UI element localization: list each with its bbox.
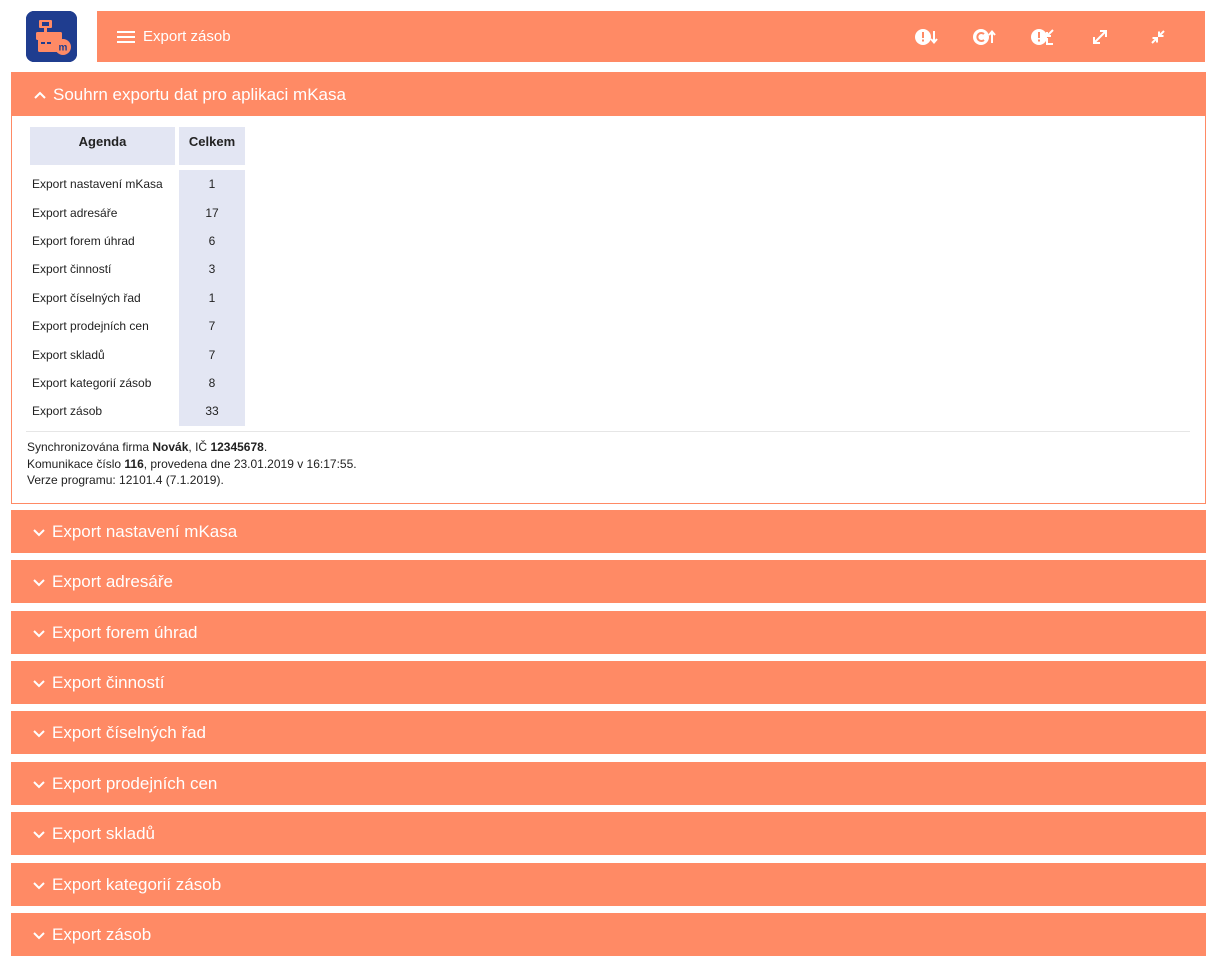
chevron-down-icon — [33, 881, 45, 889]
table-row: Export forem úhrad 6 — [30, 226, 245, 256]
section-title: Export forem úhrad — [52, 622, 198, 642]
chevron-up-icon — [34, 91, 46, 99]
alert-collapse-icon — [1031, 28, 1054, 45]
section-export-prodejnich-cen[interactable]: Export prodejních cen — [11, 762, 1206, 805]
table-row: Export prodejních cen 7 — [30, 311, 245, 341]
expand-icon — [1093, 29, 1107, 44]
section-export-zasob[interactable]: Export zásob — [11, 913, 1206, 956]
summary-panel-title: Souhrn exportu dat pro aplikaci mKasa — [53, 84, 346, 104]
agenda-cell: Export nastavení mKasa — [32, 177, 163, 192]
sync-info: Synchronizována firma Novák, IČ 12345678… — [27, 439, 357, 489]
agenda-cell: Export číselných řad — [32, 290, 141, 305]
table-row: Export adresáře 17 — [30, 198, 245, 227]
section-title: Export skladů — [52, 823, 155, 843]
import-alert-button[interactable] — [897, 11, 955, 62]
company-ico: 12345678 — [210, 440, 264, 454]
column-header-agenda: Agenda — [30, 127, 175, 165]
section-title: Export prodejních cen — [52, 773, 218, 793]
top-bar: m Export zásob — [0, 0, 1216, 70]
total-cell: 7 — [179, 311, 245, 341]
table-row: Export nastavení mKasa 1 — [30, 170, 245, 199]
chevron-down-icon — [33, 780, 45, 788]
collapse-icon — [1151, 29, 1165, 44]
sync-company-line: Synchronizována firma Novák, IČ 12345678… — [27, 440, 268, 454]
total-cell: 1 — [179, 283, 245, 312]
section-title: Export adresáře — [52, 571, 173, 591]
section-title: Export nastavení mKasa — [52, 521, 238, 541]
total-cell: 1 — [179, 170, 245, 199]
total-cell: 33 — [179, 397, 245, 426]
table-row: Export činností 3 — [30, 255, 245, 284]
section-export-kategorii-zasob[interactable]: Export kategorií zásob — [11, 863, 1206, 906]
alert-collapse-button[interactable] — [1013, 11, 1071, 62]
total-cell: 17 — [179, 198, 245, 227]
summary-panel-header[interactable]: Souhrn exportu dat pro aplikaci mKasa — [12, 73, 1205, 116]
summary-table: Agenda Celkem Export nastavení mKasa 1 E… — [26, 127, 249, 426]
svg-text:m: m — [59, 43, 68, 54]
total-cell: 8 — [179, 368, 245, 398]
header-bar: Export zásob — [97, 11, 1205, 62]
section-export-nastaveni[interactable]: Export nastavení mKasa — [11, 510, 1206, 553]
agenda-cell: Export prodejních cen — [32, 319, 149, 334]
communication-number: 116 — [124, 456, 144, 471]
chevron-down-icon — [33, 931, 45, 939]
section-export-forem-uhrad[interactable]: Export forem úhrad — [11, 611, 1206, 654]
total-cell: 3 — [179, 255, 245, 284]
sync-communication-line: Komunikace číslo 116, provedena dne 23.0… — [27, 456, 357, 471]
section-title: Export kategorií zásob — [52, 874, 222, 894]
agenda-cell: Export skladů — [32, 347, 105, 362]
chevron-down-icon — [33, 528, 45, 536]
section-export-adresare[interactable]: Export adresáře — [11, 560, 1206, 603]
table-row: Export číselných řad 1 — [30, 283, 245, 312]
header-actions — [897, 11, 1187, 62]
section-title: Export činností — [52, 672, 165, 692]
summary-panel: Souhrn exportu dat pro aplikaci mKasa Ag… — [11, 72, 1206, 504]
chevron-down-icon — [33, 729, 45, 737]
table-row: Export zásob 33 — [30, 397, 245, 426]
section-title: Export číselných řad — [52, 722, 207, 742]
agenda-cell: Export činností — [32, 262, 112, 277]
total-cell: 6 — [179, 226, 245, 256]
section-export-ciselnych-rad[interactable]: Export číselných řad — [11, 711, 1206, 754]
chevron-down-icon — [33, 578, 45, 586]
mkasa-logo-icon[interactable]: m — [26, 11, 77, 62]
chevron-down-icon — [33, 830, 45, 838]
chevron-down-icon — [33, 629, 45, 637]
agenda-cell: Export adresáře — [32, 205, 118, 220]
section-export-cinnosti[interactable]: Export činností — [11, 661, 1206, 704]
agenda-cell: Export forem úhrad — [32, 233, 135, 248]
collapse-all-button[interactable] — [1129, 11, 1187, 62]
section-export-skladu[interactable]: Export skladů — [11, 812, 1206, 855]
column-header-total: Celkem — [179, 127, 245, 165]
sync-up-arrow-icon — [973, 28, 996, 45]
chevron-down-icon — [33, 679, 45, 687]
total-cell: 7 — [179, 340, 245, 369]
expand-all-button[interactable] — [1071, 11, 1129, 62]
sync-upload-button[interactable] — [955, 11, 1013, 62]
company-name: Novák — [152, 440, 189, 454]
summary-divider — [26, 431, 1190, 432]
alert-down-arrow-icon — [915, 28, 938, 45]
agenda-cell: Export kategorií zásob — [32, 375, 152, 390]
agenda-cell: Export zásob — [32, 404, 103, 419]
hamburger-menu-icon[interactable] — [117, 30, 135, 44]
table-row: Export skladů 7 — [30, 340, 245, 369]
section-title: Export zásob — [52, 924, 152, 944]
program-version-line: Verze programu: 12101.4 (7.1.2019). — [27, 473, 224, 487]
table-row: Export kategorií zásob 8 — [30, 368, 245, 398]
page-title: Export zásob — [143, 28, 231, 45]
